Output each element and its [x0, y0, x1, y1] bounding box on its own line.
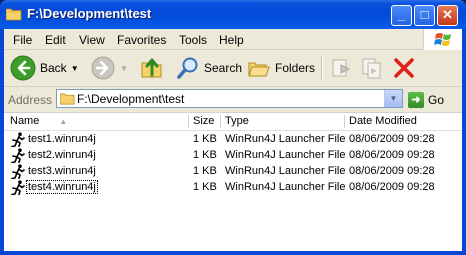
column-header-date-modified[interactable]: Date Modified [349, 115, 417, 127]
window-frame-right [462, 29, 466, 255]
running-man-icon [11, 180, 25, 195]
forward-button[interactable]: ▼ [90, 54, 128, 82]
file-size: 1 KB [193, 165, 217, 177]
explorer-window: F:\Development\test _ □ ✕ File Edit View… [0, 0, 466, 255]
close-button[interactable]: ✕ [437, 5, 458, 26]
move-to-icon [332, 59, 351, 77]
delete-icon [394, 58, 414, 78]
go-button[interactable]: ➜ Go [408, 90, 444, 109]
list-item[interactable]: test4.winrun4j 1 KB WinRun4J Launcher Fi… [4, 180, 462, 196]
forward-arrow-icon [91, 56, 115, 80]
up-button[interactable] [139, 54, 165, 82]
file-type: WinRun4J Launcher File [225, 133, 346, 145]
column-header-name-label: Name [10, 115, 40, 127]
folder-icon [60, 93, 75, 105]
window-client: File Edit View Favorites Tools Help Back… [4, 29, 462, 251]
folders-icon [248, 62, 270, 77]
file-name: test3.winrun4j [28, 165, 96, 177]
copy-to-icon [362, 58, 381, 79]
address-value: F:\Development\test [77, 92, 185, 106]
windows-flag-icon [434, 33, 451, 46]
file-date: 08/06/2009 09:28 [349, 133, 435, 145]
back-button[interactable]: Back ▼ [10, 54, 79, 82]
minimize-button[interactable]: _ [391, 5, 412, 26]
menu-file[interactable]: File [13, 33, 32, 47]
menu-favorites[interactable]: Favorites [117, 33, 166, 47]
address-input[interactable]: F:\Development\test ▼ [56, 89, 403, 108]
menu-help[interactable]: Help [219, 33, 244, 47]
search-button[interactable]: Search [176, 54, 242, 82]
windows-logo [423, 29, 462, 50]
back-dropdown-icon[interactable]: ▼ [71, 64, 79, 73]
column-header-name[interactable]: Name ▲ [10, 115, 67, 127]
go-arrow-icon: ➜ [408, 91, 424, 108]
file-name: test1.winrun4j [28, 133, 96, 145]
file-date: 08/06/2009 09:28 [349, 165, 435, 177]
maximize-button[interactable]: □ [414, 5, 435, 26]
running-man-icon [11, 132, 25, 147]
list-item[interactable]: test1.winrun4j 1 KB WinRun4J Launcher Fi… [4, 132, 462, 148]
move-to-button[interactable] [329, 54, 353, 82]
file-type: WinRun4J Launcher File [225, 149, 346, 161]
folders-button[interactable]: Folders [247, 54, 315, 82]
file-type: WinRun4J Launcher File [225, 165, 346, 177]
menu-view[interactable]: View [79, 33, 105, 47]
menu-bar: File Edit View Favorites Tools Help [4, 29, 462, 50]
list-header: Name ▲ Size Type Date Modified [4, 113, 462, 131]
folder-up-icon [141, 58, 162, 78]
file-size: 1 KB [193, 181, 217, 193]
search-icon [177, 57, 198, 79]
file-name: test2.winrun4j [28, 149, 96, 161]
back-label: Back [40, 61, 67, 75]
copy-to-button[interactable] [360, 54, 384, 82]
column-header-type[interactable]: Type [225, 115, 249, 127]
menu-tools[interactable]: Tools [179, 33, 207, 47]
file-list[interactable]: Name ▲ Size Type Date Modified test1.winr… [4, 113, 462, 251]
address-dropdown-icon[interactable]: ▼ [384, 90, 402, 107]
column-divider[interactable] [188, 115, 189, 128]
file-name: test4.winrun4j [26, 180, 98, 194]
folders-label: Folders [275, 61, 316, 75]
file-date: 08/06/2009 09:28 [349, 181, 435, 193]
file-size: 1 KB [193, 149, 217, 161]
window-frame-bottom [0, 251, 466, 255]
sort-ascending-icon: ▲ [59, 117, 68, 126]
list-item[interactable]: test3.winrun4j 1 KB WinRun4J Launcher Fi… [4, 164, 462, 180]
column-divider[interactable] [220, 115, 221, 128]
running-man-icon [11, 164, 25, 179]
file-type: WinRun4J Launcher File [225, 181, 346, 193]
search-label: Search [204, 61, 243, 75]
menu-edit[interactable]: Edit [45, 33, 66, 47]
file-date: 08/06/2009 09:28 [349, 149, 435, 161]
title-bar[interactable]: F:\Development\test _ □ ✕ [0, 0, 466, 29]
file-size: 1 KB [193, 133, 217, 145]
go-label: Go [428, 92, 445, 107]
toolbar-separator [321, 56, 323, 80]
address-bar: Address F:\Development\test ▼ ➜ Go [4, 87, 462, 113]
list-item[interactable]: test2.winrun4j 1 KB WinRun4J Launcher Fi… [4, 148, 462, 164]
column-divider[interactable] [344, 115, 345, 128]
standard-toolbar: Back ▼ ▼ Search Folders [4, 50, 462, 87]
address-label: Address [8, 93, 53, 107]
forward-dropdown-icon[interactable]: ▼ [120, 64, 128, 73]
back-arrow-icon [10, 55, 36, 81]
folder-icon [6, 8, 22, 21]
column-header-size[interactable]: Size [193, 115, 214, 127]
window-title: F:\Development\test [27, 6, 152, 21]
running-man-icon [11, 148, 25, 163]
delete-button[interactable] [392, 54, 416, 82]
